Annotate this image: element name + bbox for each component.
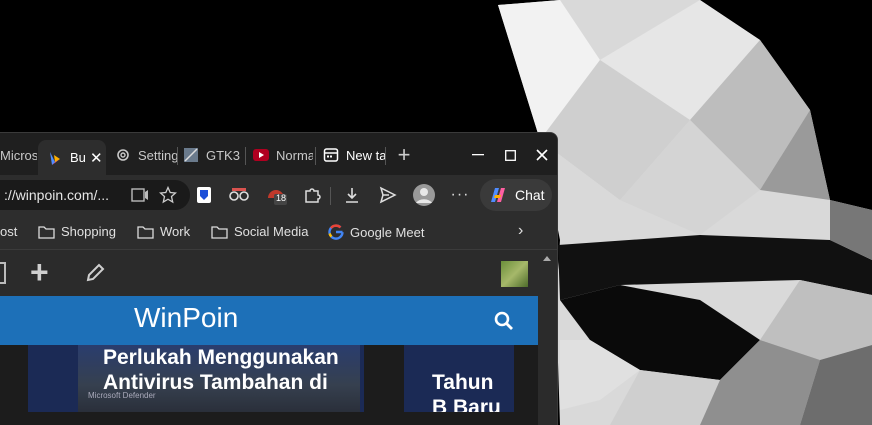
new-tab-page-icon — [323, 147, 339, 163]
tab-label: Micros — [0, 147, 37, 163]
site-logo[interactable]: WinPoin — [134, 302, 238, 334]
downloads-icon[interactable] — [340, 183, 364, 207]
tab-divider — [177, 147, 178, 165]
gear-icon — [115, 147, 131, 163]
address-toolbar: ://winpoin.com/... 18 ··· Chat — [0, 175, 557, 215]
maximize-button[interactable] — [496, 143, 524, 167]
favorite-folder-work[interactable]: Work — [137, 224, 190, 239]
extension-with-badge-icon[interactable]: 18 — [264, 183, 288, 207]
minimize-button[interactable] — [464, 143, 492, 167]
favorite-star-icon[interactable] — [156, 183, 180, 207]
web-page: + WinPoin Microsoft Defender Perlukah Me… — [0, 250, 538, 425]
site-header: WinPoin — [0, 296, 538, 345]
page-thumbnail-icon — [183, 147, 199, 163]
tab-strip: Micros Bu ✕ Setting GTK3 Norma New ta + — [0, 133, 557, 175]
favorite-google-meet[interactable]: Google Meet — [328, 224, 424, 240]
minimize-icon — [472, 154, 484, 156]
tab-youtube[interactable]: Norma — [253, 142, 313, 168]
youtube-icon — [253, 147, 269, 163]
tab-settings[interactable]: Setting — [115, 142, 177, 168]
site-admin-toolbar: + — [0, 250, 538, 296]
tab-active[interactable]: Bu ✕ — [38, 140, 106, 175]
glasses-extension-icon[interactable] — [227, 183, 251, 207]
favorite-label: Social Media — [234, 224, 309, 239]
add-new-icon[interactable]: + — [30, 256, 49, 288]
browser-window: Micros Bu ✕ Setting GTK3 Norma New ta + … — [0, 132, 558, 425]
tab-label: Norma — [276, 147, 313, 163]
chat-label: Chat — [515, 187, 545, 203]
tab-divider — [315, 147, 316, 165]
extension-badge-count: 18 — [276, 193, 287, 203]
share-send-icon[interactable] — [376, 183, 400, 207]
page-icon[interactable] — [0, 262, 6, 284]
toolbar-divider — [330, 187, 331, 205]
tab-label: Bu — [70, 150, 86, 165]
article-card[interactable]: Microsoft Defender Perlukah Menggunakan … — [28, 345, 364, 412]
folder-icon — [137, 225, 154, 239]
shield-extension-icon[interactable] — [192, 183, 216, 207]
favorite-folder-social-media[interactable]: Social Media — [211, 224, 308, 239]
favorite-label: ost — [0, 224, 18, 239]
tab-label: GTK3 — [206, 147, 240, 163]
folder-icon — [38, 225, 55, 239]
tab-gtk3[interactable]: GTK3 — [183, 142, 241, 168]
user-avatar[interactable] — [501, 261, 528, 287]
article-title[interactable]: Perlukah Menggunakan Antivirus Tambahan … — [103, 345, 363, 395]
tab-label: Setting — [138, 147, 177, 163]
address-bar[interactable]: ://winpoin.com/... — [0, 180, 190, 210]
profile-avatar-icon[interactable] — [412, 183, 436, 207]
article-list: Microsoft Defender Perlukah Menggunakan … — [0, 345, 538, 425]
scroll-up-arrow-icon[interactable] — [543, 256, 551, 261]
favorites-bar: ost Shopping Work Social Media Google Me… — [0, 215, 557, 250]
tab-microsoft[interactable]: Micros — [0, 142, 37, 168]
edit-pencil-icon[interactable] — [84, 262, 106, 289]
extensions-puzzle-icon[interactable] — [300, 183, 324, 207]
address-url[interactable]: ://winpoin.com/... — [4, 187, 142, 203]
tab-divider — [245, 147, 246, 165]
folder-icon — [211, 225, 228, 239]
close-tab-icon[interactable]: ✕ — [90, 149, 103, 167]
favorite-label: Work — [160, 224, 191, 239]
google-icon — [328, 224, 344, 240]
tab-divider — [385, 147, 386, 165]
more-options-icon[interactable]: ··· — [448, 183, 472, 207]
search-icon[interactable] — [494, 311, 514, 336]
tab-label: New ta — [346, 147, 385, 163]
close-icon — [536, 149, 548, 161]
bing-logo-icon — [47, 150, 63, 166]
favorite-folder-shopping[interactable]: Shopping — [38, 224, 116, 239]
favorite-item[interactable]: ost — [0, 224, 17, 239]
read-aloud-icon[interactable] — [128, 183, 152, 207]
favorite-label: Shopping — [61, 224, 116, 239]
maximize-icon — [504, 149, 516, 161]
new-tab-button[interactable]: + — [390, 142, 418, 167]
favorites-overflow-chevron-icon[interactable]: › — [518, 222, 523, 240]
favorite-label: Google Meet — [350, 224, 425, 240]
tab-new-tab[interactable]: New ta — [323, 142, 385, 168]
article-card[interactable]: Tahun B Baru Re — [404, 345, 514, 412]
vertical-scrollbar[interactable] — [538, 250, 557, 425]
close-window-button[interactable] — [528, 143, 556, 167]
copilot-chat-button[interactable]: Chat — [480, 179, 552, 211]
copilot-icon — [487, 184, 509, 206]
article-title[interactable]: Tahun B Baru Re — [432, 370, 514, 412]
